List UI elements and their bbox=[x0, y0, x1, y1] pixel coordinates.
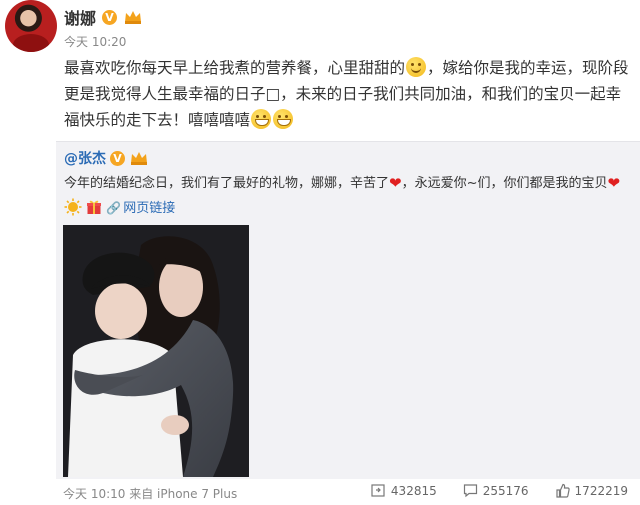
repost-text-part2: ，永远爱你~们，你们都是我的宝贝 bbox=[401, 176, 608, 191]
repost-source[interactable]: 今天 10:10 来自 iPhone 7 Plus bbox=[63, 485, 237, 502]
repost-author-row: @张杰 V bbox=[64, 148, 149, 168]
post-text-part1: 最喜欢吃你每天早上给我煮的营养餐，心里甜甜的 bbox=[64, 59, 406, 77]
heart-icon-2: ❤ bbox=[607, 174, 621, 192]
thumbs-up-icon bbox=[555, 483, 570, 498]
vip-crown-icon bbox=[123, 9, 143, 25]
post-text: 最喜欢吃你每天早上给我煮的营养餐，心里甜甜的 ，嫁给你是我的幸运，现阶段更是我觉得… bbox=[64, 55, 634, 133]
web-link-label: 网页链接 bbox=[123, 201, 176, 216]
box-glyph: □ bbox=[265, 85, 281, 103]
repost-author-name[interactable]: @张杰 bbox=[64, 148, 106, 168]
comment-count: 255176 bbox=[482, 483, 529, 498]
grin-emoji-icon-2 bbox=[273, 109, 294, 129]
repost-text-part1: 今年的结婚纪念日，我们有了最好的礼物，娜娜，辛苦了 bbox=[64, 176, 390, 191]
like-stat[interactable]: 1722219 bbox=[555, 483, 628, 498]
verified-icon: V bbox=[102, 9, 118, 25]
link-icon: 🔗 bbox=[106, 201, 122, 215]
repost-text: 今年的结婚纪念日，我们有了最好的礼物，娜娜，辛苦了❤，永远爱你~们，你们都是我的… bbox=[64, 171, 634, 221]
repost-stat[interactable]: 432815 bbox=[371, 483, 437, 498]
web-link[interactable]: 🔗 网页链接 bbox=[106, 201, 175, 216]
repost-icon bbox=[371, 484, 385, 497]
post-photo[interactable] bbox=[63, 225, 249, 477]
author-name[interactable]: 谢娜 bbox=[64, 5, 96, 29]
grin-emoji-icon bbox=[251, 109, 272, 129]
smile-emoji-icon bbox=[406, 57, 427, 77]
footer-stats: 432815 255176 1722219 bbox=[371, 483, 628, 498]
repost-vip-crown-icon bbox=[129, 150, 149, 166]
comment-icon bbox=[463, 484, 477, 498]
post-time[interactable]: 今天 10:20 bbox=[64, 33, 126, 50]
like-count: 1722219 bbox=[574, 483, 628, 498]
repost-verified-icon: V bbox=[110, 150, 125, 166]
gift-emoji-icon bbox=[87, 200, 102, 214]
comment-stat[interactable]: 255176 bbox=[463, 483, 529, 498]
repost-count: 432815 bbox=[390, 483, 437, 498]
heart-icon: ❤ bbox=[389, 174, 402, 192]
sun-emoji-icon bbox=[64, 198, 82, 216]
repost-box: @张杰 V 今年的结婚纪念日，我们有了最好的礼物，娜娜，辛苦了❤，永远爱你~们，… bbox=[56, 141, 640, 479]
avatar[interactable] bbox=[5, 0, 57, 52]
couple-photo-illustration bbox=[63, 225, 249, 477]
author-row: 谢娜 V bbox=[64, 6, 143, 28]
